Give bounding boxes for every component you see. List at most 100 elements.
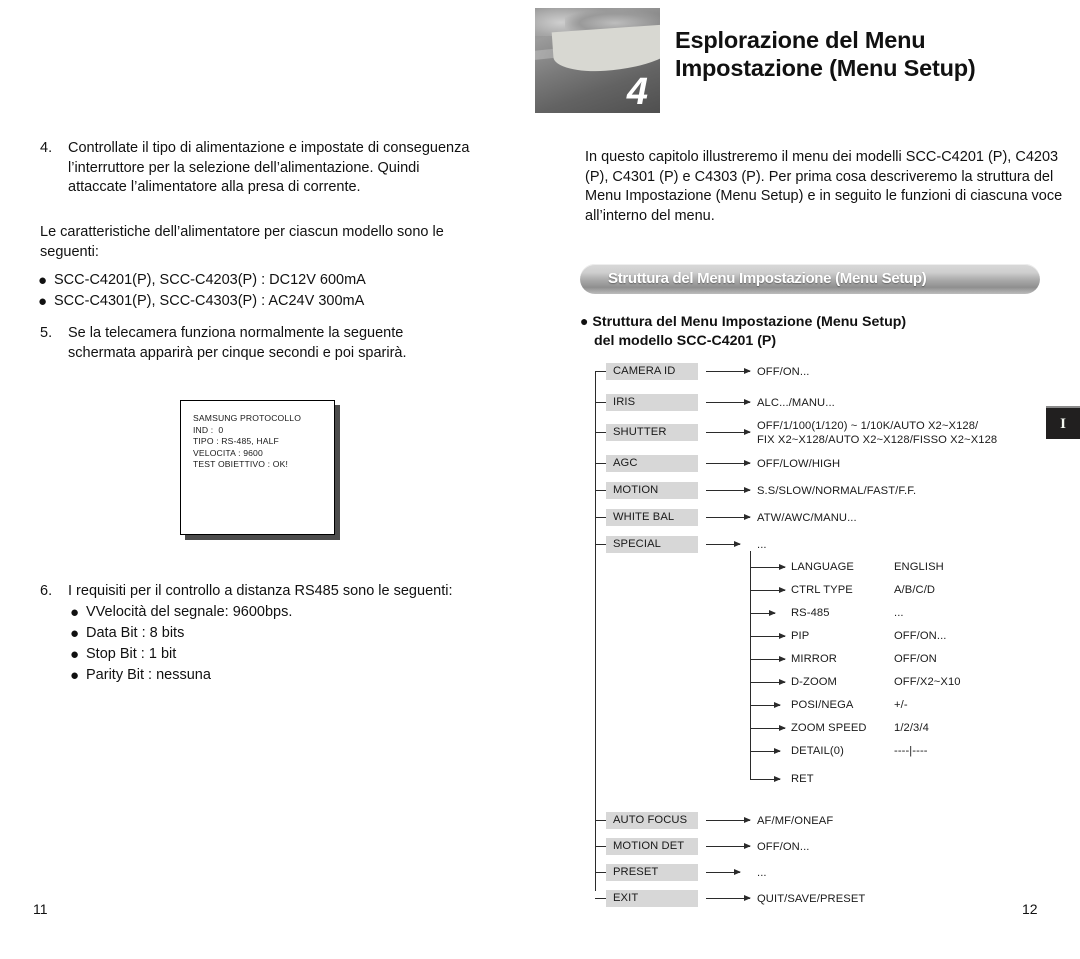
submenu-item-ctrl-type[interactable]: CTRL TYPE [791,583,853,597]
osd-line-3: VELOCITA : 9600 [193,447,263,458]
submenu-arrow [750,748,781,754]
menu-item-camera-id[interactable]: CAMERA ID [606,363,698,380]
bullet-dot-icon: ● [38,272,48,289]
tree-arrow [706,487,751,493]
numbered-item-4: 4. Controllate il tipo di alimentazione … [40,139,473,198]
bullet-dot-icon: ● [70,625,80,642]
tree-arrow [706,843,751,849]
tree-stub [595,432,606,433]
menu-item-agc[interactable]: AGC [606,455,698,472]
tree-stub [595,402,606,403]
left-page: 4. Controllate il tipo di alimentazione … [0,0,530,959]
submenu-item-zoom-speed[interactable]: ZOOM SPEED [791,721,867,735]
menu-value-agc: OFF/LOW/HIGH [757,458,841,470]
tree-arrow [706,399,751,405]
submenu-value-detail: ----|---- [894,745,928,757]
menu-value-special: ... [757,539,767,551]
menu-item-motion-det[interactable]: MOTION DET [606,838,698,855]
page-number-left: 11 [33,901,48,917]
list-item: ● Data Bit : 8 bits [70,623,292,644]
menu-value-iris: ALC.../MANU... [757,397,835,409]
submenu-value-rs485: ... [894,607,904,619]
menu-value-motion: S.S/SLOW/NORMAL/FAST/F.F. [757,485,917,497]
tree-arrow [706,368,751,374]
menu-item-white-bal[interactable]: WHITE BAL [606,509,698,526]
menu-value-auto-focus: AF/MF/ONEAF [757,815,834,827]
tree-trunk-line [595,371,596,891]
power-supply-intro-paragraph: Le caratteristiche dell’alimentatore per… [40,224,444,260]
tree-stub [595,463,606,464]
menu-item-special[interactable]: SPECIAL [606,536,698,553]
right-page: 4 Esplorazione del Menu Impostazione (Me… [530,0,1080,959]
menu-item-iris[interactable]: IRIS [606,394,698,411]
tree-arrow [706,514,751,520]
tree-stub [595,544,606,545]
submenu-arrow [750,633,786,639]
bullet-dot-icon: ● [38,293,48,310]
bullet-dot-icon: ● [70,667,80,684]
list-item: ● VVelocità del segnale: 9600bps. [70,602,292,623]
submenu-value-mirror: OFF/ON [894,653,937,665]
submenu-item-posi-nega[interactable]: POSI/NEGA [791,698,853,712]
list-item: ● Stop Bit : 1 bit [70,644,292,665]
numbered-item-5: 5. Se la telecamera funziona normalmente… [40,324,473,363]
menu-value-camera-id: OFF/ON... [757,366,810,378]
power-spec-0: SCC-C4201(P), SCC-C4203(P) : DC12V 600mA [54,272,366,288]
rs485-requirements-list: ● VVelocità del segnale: 9600bps. ● Data… [70,602,292,686]
submenu-item-pip[interactable]: PIP [791,629,809,643]
item-4-text: Controllate il tipo di alimentazione e i… [68,140,470,195]
tree-stub [595,872,606,873]
item-6-text: I requisiti per il controllo a distanza … [68,583,453,599]
tree-stub [595,820,606,821]
submenu-item-mirror[interactable]: MIRROR [791,652,837,666]
menu-value-white-bal: ATW/AWC/MANU... [757,512,857,524]
language-side-tab: I [1046,406,1080,439]
bullet-dot-icon: ● [70,604,80,621]
tree-stub [595,846,606,847]
menu-item-auto-focus[interactable]: AUTO FOCUS [606,812,698,829]
submenu-arrow [750,587,786,593]
menu-value-preset: ... [757,867,767,879]
submenu-arrow [750,564,786,570]
submenu-value-pip: OFF/ON... [894,630,947,642]
rs485-req-1: Data Bit : 8 bits [86,625,185,641]
tree-stub [595,898,606,899]
menu-item-shutter[interactable]: SHUTTER [606,424,698,441]
osd-line-1: IND : 0 [193,424,224,435]
submenu-item-language[interactable]: LANGUAGE [791,560,854,574]
list-item: ● Parity Bit : nessuna [70,665,292,686]
item-6-number: 6. [40,583,53,599]
menu-item-preset[interactable]: PRESET [606,864,698,881]
osd-line-2: TIPO : RS-485, HALF [193,436,279,447]
tree-arrow [706,460,751,466]
tree-arrow [706,817,751,823]
power-spec-1: SCC-C4301(P), SCC-C4303(P) : AC24V 300mA [54,293,365,309]
tree-stub [595,517,606,518]
submenu-item-ret[interactable]: RET [791,772,814,786]
submenu-arrow [750,679,786,685]
item-5-number: 5. [40,325,53,341]
rs485-req-0: VVelocità del segnale: 9600bps. [86,604,293,620]
osd-line-4: TEST OBIETTIVO : OK! [193,459,289,470]
submenu-value-zoom-speed: 1/2/3/4 [894,722,929,734]
menu-value-shutter: OFF/1/100(1/120) ~ 1/10K/AUTO X2~X128/ F… [757,420,998,446]
numbered-item-6: 6. I requisiti per il controllo a distan… [40,582,473,602]
submenu-item-rs485[interactable]: RS-485 [791,606,830,620]
page-number-right: 12 [1022,901,1038,917]
submenu-item-d-zoom[interactable]: D-ZOOM [791,675,837,689]
submenu-arrow [750,610,776,616]
submenu-value-language: ENGLISH [894,561,944,573]
language-side-tab-label: I [1060,416,1066,432]
submenu-value-d-zoom: OFF/X2~X10 [894,676,961,688]
submenu-arrow [750,656,786,662]
rs485-req-2: Stop Bit : 1 bit [86,646,177,662]
menu-item-motion[interactable]: MOTION [606,482,698,499]
tree-stub [595,371,606,372]
rs485-req-3: Parity Bit : nessuna [86,667,211,683]
power-spec-list: ● SCC-C4201(P), SCC-C4203(P) : DC12V 600… [38,270,366,312]
tree-arrow [706,895,751,901]
submenu-item-detail[interactable]: DETAIL(0) [791,744,844,758]
tree-arrow [706,869,741,875]
menu-item-exit[interactable]: EXIT [606,890,698,907]
osd-screen-box: SAMSUNG PROTOCOLLO IND : 0 TIPO : RS-485… [180,400,335,535]
